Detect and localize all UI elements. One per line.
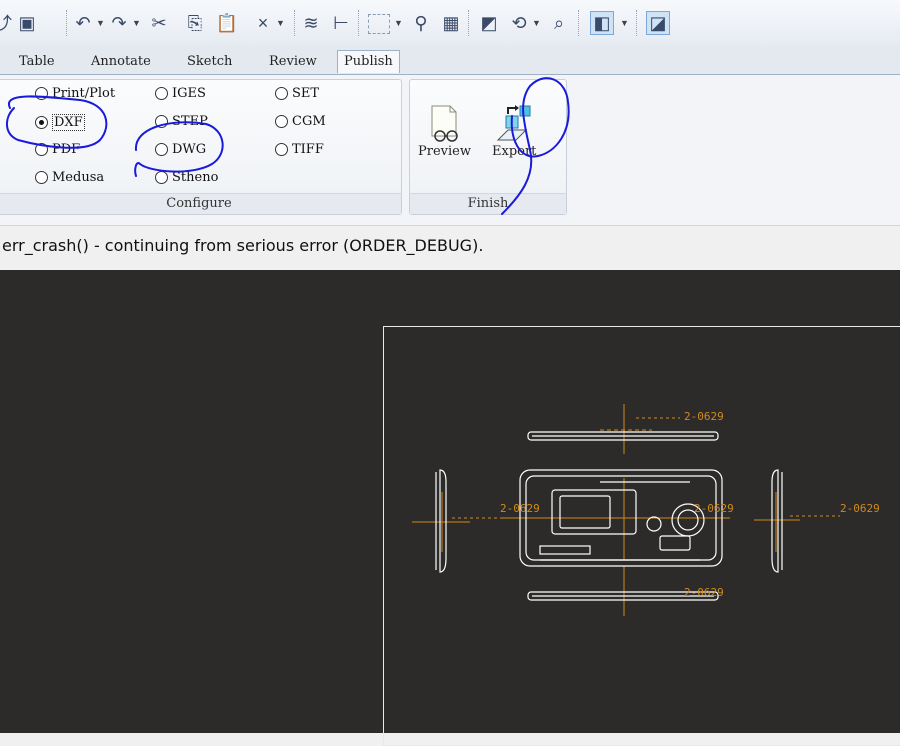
radio-pdf[interactable]: PDF <box>35 142 80 157</box>
radio-label: TIFF <box>292 142 324 157</box>
view-icon[interactable]: ◩ <box>478 12 500 34</box>
redo-icon[interactable]: ↷ <box>108 12 130 34</box>
tab-publish[interactable]: Publish <box>337 50 400 73</box>
export-button[interactable]: Export <box>492 104 536 159</box>
part-geometry <box>435 431 783 601</box>
select-box-icon[interactable] <box>368 14 390 34</box>
zoom-icon[interactable]: ⌕ <box>548 12 570 34</box>
dimension-callout[interactable]: 2-0629 <box>694 502 734 515</box>
drawing-views <box>412 404 840 616</box>
toolbar-separator <box>358 10 359 36</box>
radio-print-plot-dot <box>35 87 48 100</box>
regenerate-icon[interactable]: ≋ <box>300 12 322 34</box>
radio-step[interactable]: STEP <box>155 114 208 129</box>
finish-group: Preview Export Finish <box>409 79 567 215</box>
radio-label: Stheno <box>172 170 219 185</box>
open-icon[interactable]: ⤴ <box>0 12 14 34</box>
radio-print-plot[interactable]: Print/Plot <box>35 86 115 101</box>
undo-dropdown-icon[interactable]: ▼ <box>96 18 105 28</box>
tab-annotate[interactable]: Annotate <box>84 50 158 73</box>
refit-icon[interactable]: ⟲ <box>508 12 530 34</box>
radio-iges[interactable]: IGES <box>155 86 206 101</box>
radio-tiff[interactable]: TIFF <box>275 142 324 157</box>
message-bar: err_crash() - continuing from serious er… <box>0 225 900 271</box>
model-tree-icon[interactable]: ⊢ <box>330 12 352 34</box>
ribbon: ngs ⬚ Print/Plot IGES SET DXF STEP CGM P… <box>0 74 900 225</box>
preview-label: Preview <box>418 144 471 159</box>
tab-sketch[interactable]: Sketch <box>180 50 239 73</box>
radio-label: SET <box>292 86 320 101</box>
paste-icon[interactable]: 📋 <box>216 12 238 34</box>
quick-access-toolbar: ⤴ ▣ ↶ ▼ ↷ ▼ ✂ ⎘ 📋 × ▼ ≋ ⊢ ▼ ⚲ ▦ ◩ ⟲ ▼ ⌕ … <box>0 0 900 47</box>
radio-iges-dot <box>155 87 168 100</box>
ribbon-tabs: Table Annotate Sketch Review Publish <box>0 46 900 74</box>
select-dropdown-icon[interactable]: ▼ <box>394 18 403 28</box>
refit-dropdown-icon[interactable]: ▼ <box>532 18 541 28</box>
delete-icon[interactable]: × <box>252 12 274 34</box>
radio-dwg[interactable]: DWG <box>155 142 206 157</box>
display-style-dropdown-icon[interactable]: ▼ <box>620 18 629 28</box>
tab-table[interactable]: Table <box>12 50 62 73</box>
radio-label: CGM <box>292 114 326 129</box>
parameters-icon[interactable]: ▦ <box>440 12 462 34</box>
copy-icon[interactable]: ⎘ <box>184 12 206 34</box>
radio-dwg-dot <box>155 143 168 156</box>
preview-icon <box>431 105 459 142</box>
radio-medusa[interactable]: Medusa <box>35 170 104 185</box>
radio-tiff-dot <box>275 143 288 156</box>
configure-group-label: Configure <box>0 193 401 214</box>
delete-dropdown-icon[interactable]: ▼ <box>276 18 285 28</box>
dimension-callout[interactable]: 2-0629 <box>684 410 724 423</box>
undo-icon[interactable]: ↶ <box>72 12 94 34</box>
radio-dxf-dot <box>35 116 48 129</box>
toolbar-separator <box>294 10 295 36</box>
radio-set[interactable]: SET <box>275 86 319 101</box>
toolbar-separator <box>636 10 637 36</box>
radio-cgm[interactable]: CGM <box>275 114 326 129</box>
preview-button[interactable]: Preview <box>418 104 471 159</box>
display-style-icon[interactable]: ◧ <box>590 11 614 35</box>
radio-label: IGES <box>172 86 206 101</box>
finish-group-label: Finish <box>410 193 566 214</box>
configure-group: Print/Plot IGES SET DXF STEP CGM PDF DWG… <box>0 79 402 215</box>
radio-label: DXF <box>52 114 85 131</box>
message-text: err_crash() - continuing from serious er… <box>2 236 484 255</box>
radio-stheno-dot <box>155 171 168 184</box>
dimension-callout[interactable]: 2-0629 <box>840 502 880 515</box>
drawing-canvas[interactable]: 2-0629 2-0629 2-0629 2-0629 2-0629 <box>0 270 900 746</box>
export-icon <box>496 105 531 141</box>
radio-dxf[interactable]: DXF <box>35 114 85 131</box>
dimension-callout[interactable]: 2-0629 <box>684 586 724 599</box>
saved-views-icon[interactable]: ◪ <box>646 11 670 35</box>
toolbar-separator <box>578 10 579 36</box>
radio-step-dot <box>155 115 168 128</box>
find-icon[interactable]: ⚲ <box>410 12 432 34</box>
toolbar-separator <box>468 10 469 36</box>
radio-pdf-dot <box>35 143 48 156</box>
toolbar-separator <box>66 10 67 36</box>
tab-review[interactable]: Review <box>262 50 324 73</box>
radio-label: Print/Plot <box>52 86 116 101</box>
radio-medusa-dot <box>35 171 48 184</box>
radio-stheno[interactable]: Stheno <box>155 170 218 185</box>
radio-set-dot <box>275 87 288 100</box>
redo-dropdown-icon[interactable]: ▼ <box>132 18 141 28</box>
radio-cgm-dot <box>275 115 288 128</box>
save-icon[interactable]: ▣ <box>16 12 38 34</box>
dimension-callout[interactable]: 2-0629 <box>500 502 540 515</box>
radio-label: PDF <box>52 142 81 157</box>
radio-label: STEP <box>172 114 208 129</box>
radio-label: Medusa <box>52 170 105 185</box>
radio-label: DWG <box>172 142 207 157</box>
export-label: Export <box>492 144 537 159</box>
cut-icon[interactable]: ✂ <box>148 12 170 34</box>
